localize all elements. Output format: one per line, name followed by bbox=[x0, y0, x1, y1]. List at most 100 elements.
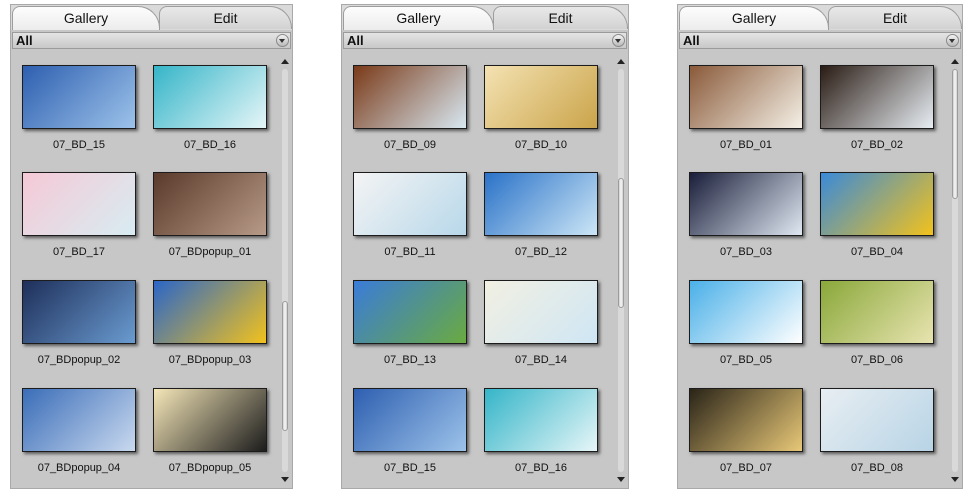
tab-edit[interactable]: Edit bbox=[493, 6, 628, 29]
gallery-item[interactable]: 07_BD_02 bbox=[820, 53, 934, 153]
template-thumbnail[interactable] bbox=[353, 280, 467, 344]
thumbnail-grid: 07_BD_01 07_BD_02 07_BD_03 07_BD_04 07_BD_05… bbox=[678, 53, 948, 488]
scroll-track[interactable] bbox=[282, 69, 288, 472]
template-label: 07_BDpopup_01 bbox=[168, 246, 252, 258]
template-label: 07_BD_01 bbox=[720, 139, 772, 151]
chevron-down-icon[interactable] bbox=[946, 34, 959, 47]
template-thumbnail[interactable] bbox=[22, 280, 136, 344]
scroll-track[interactable] bbox=[618, 69, 624, 472]
scroll-down-icon[interactable] bbox=[617, 477, 625, 482]
filter-value: All bbox=[16, 33, 33, 48]
gallery-panel: Gallery Edit All 07_BD_15 07_BD_16 07_BD_1… bbox=[10, 4, 293, 489]
scroll-thumb[interactable] bbox=[618, 178, 624, 308]
template-thumbnail[interactable] bbox=[153, 280, 267, 344]
template-label: 07_BD_12 bbox=[515, 246, 567, 258]
template-thumbnail[interactable] bbox=[353, 65, 467, 129]
filter-dropdown[interactable]: All bbox=[679, 32, 961, 49]
thumbnail-grid: 07_BD_09 07_BD_10 07_BD_11 07_BD_12 07_BD_13… bbox=[342, 53, 614, 488]
scrollbar[interactable] bbox=[950, 53, 960, 486]
gallery-item[interactable]: 07_BD_15 bbox=[22, 53, 136, 153]
tab-gallery[interactable]: Gallery bbox=[12, 6, 160, 30]
gallery-item[interactable]: 07_BD_01 bbox=[689, 53, 803, 153]
gallery-item[interactable]: 07_BDpopup_05 bbox=[153, 376, 267, 476]
template-label: 07_BD_16 bbox=[184, 139, 236, 151]
gallery-item[interactable]: 07_BD_10 bbox=[484, 53, 598, 153]
gallery-item[interactable]: 07_BD_13 bbox=[353, 268, 467, 368]
gallery-item[interactable]: 07_BD_09 bbox=[353, 53, 467, 153]
template-thumbnail[interactable] bbox=[153, 65, 267, 129]
gallery-item[interactable]: 07_BD_03 bbox=[689, 160, 803, 260]
template-label: 07_BD_04 bbox=[851, 246, 903, 258]
template-thumbnail[interactable] bbox=[484, 172, 598, 236]
template-thumbnail[interactable] bbox=[353, 388, 467, 452]
template-thumbnail[interactable] bbox=[153, 388, 267, 452]
gallery-item[interactable]: 07_BD_17 bbox=[22, 160, 136, 260]
gallery-item[interactable]: 07_BDpopup_01 bbox=[153, 160, 267, 260]
scroll-track[interactable] bbox=[952, 69, 958, 472]
template-thumbnail[interactable] bbox=[22, 172, 136, 236]
template-thumbnail[interactable] bbox=[820, 280, 934, 344]
gallery-item[interactable]: 07_BD_12 bbox=[484, 160, 598, 260]
filter-value: All bbox=[347, 33, 364, 48]
template-thumbnail[interactable] bbox=[689, 280, 803, 344]
tab-gallery[interactable]: Gallery bbox=[343, 6, 494, 30]
template-label: 07_BD_10 bbox=[515, 139, 567, 151]
scroll-up-icon[interactable] bbox=[617, 59, 625, 64]
template-thumbnail[interactable] bbox=[22, 65, 136, 129]
template-label: 07_BDpopup_02 bbox=[37, 354, 121, 366]
template-thumbnail[interactable] bbox=[484, 65, 598, 129]
template-thumbnail[interactable] bbox=[689, 65, 803, 129]
template-thumbnail[interactable] bbox=[689, 388, 803, 452]
template-label: 07_BD_03 bbox=[720, 246, 772, 258]
scroll-up-icon[interactable] bbox=[281, 59, 289, 64]
template-thumbnail[interactable] bbox=[820, 388, 934, 452]
filter-dropdown[interactable]: All bbox=[12, 32, 291, 49]
template-label: 07_BD_09 bbox=[384, 139, 436, 151]
chevron-down-icon[interactable] bbox=[276, 34, 289, 47]
tab-gallery[interactable]: Gallery bbox=[679, 6, 829, 30]
scroll-down-icon[interactable] bbox=[951, 477, 959, 482]
gallery-item[interactable]: 07_BD_05 bbox=[689, 268, 803, 368]
template-thumbnail[interactable] bbox=[689, 172, 803, 236]
gallery-item[interactable]: 07_BD_14 bbox=[484, 268, 598, 368]
scroll-down-icon[interactable] bbox=[281, 477, 289, 482]
gallery-item[interactable]: 07_BD_07 bbox=[689, 376, 803, 476]
scrollbar[interactable] bbox=[616, 53, 626, 486]
scroll-up-icon[interactable] bbox=[951, 59, 959, 64]
thumbnail-grid: 07_BD_15 07_BD_16 07_BD_17 07_BDpopup_01 07_… bbox=[11, 53, 278, 488]
template-label: 07_BD_06 bbox=[851, 354, 903, 366]
gallery-item[interactable]: 07_BDpopup_04 bbox=[22, 376, 136, 476]
gallery-item[interactable]: 07_BDpopup_02 bbox=[22, 268, 136, 368]
scroll-thumb[interactable] bbox=[952, 69, 958, 199]
gallery-item[interactable]: 07_BD_06 bbox=[820, 268, 934, 368]
scrollbar[interactable] bbox=[280, 53, 290, 486]
scroll-thumb[interactable] bbox=[282, 301, 288, 431]
gallery-item[interactable]: 07_BD_08 bbox=[820, 376, 934, 476]
template-thumbnail[interactable] bbox=[484, 388, 598, 452]
template-label: 07_BD_05 bbox=[720, 354, 772, 366]
chevron-down-icon[interactable] bbox=[612, 34, 625, 47]
template-label: 07_BD_15 bbox=[384, 462, 436, 474]
template-label: 07_BD_07 bbox=[720, 462, 772, 474]
template-label: 07_BD_11 bbox=[384, 246, 436, 258]
gallery-item[interactable]: 07_BD_16 bbox=[484, 376, 598, 476]
tab-bar: Gallery Edit bbox=[678, 5, 962, 30]
template-thumbnail[interactable] bbox=[22, 388, 136, 452]
gallery-item[interactable]: 07_BD_04 bbox=[820, 160, 934, 260]
template-thumbnail[interactable] bbox=[820, 172, 934, 236]
gallery-item[interactable]: 07_BD_16 bbox=[153, 53, 267, 153]
tab-edit[interactable]: Edit bbox=[159, 6, 292, 29]
template-thumbnail[interactable] bbox=[153, 172, 267, 236]
gallery-panel: Gallery Edit All 07_BD_01 07_BD_02 07_BD_0… bbox=[677, 4, 963, 489]
filter-value: All bbox=[683, 33, 700, 48]
template-thumbnail[interactable] bbox=[353, 172, 467, 236]
tab-edit[interactable]: Edit bbox=[828, 6, 962, 29]
gallery-item[interactable]: 07_BD_15 bbox=[353, 376, 467, 476]
template-label: 07_BD_17 bbox=[53, 246, 105, 258]
template-thumbnail[interactable] bbox=[820, 65, 934, 129]
filter-dropdown[interactable]: All bbox=[343, 32, 627, 49]
gallery-item[interactable]: 07_BD_11 bbox=[353, 160, 467, 260]
gallery-item[interactable]: 07_BDpopup_03 bbox=[153, 268, 267, 368]
template-label: 07_BD_13 bbox=[384, 354, 436, 366]
template-thumbnail[interactable] bbox=[484, 280, 598, 344]
